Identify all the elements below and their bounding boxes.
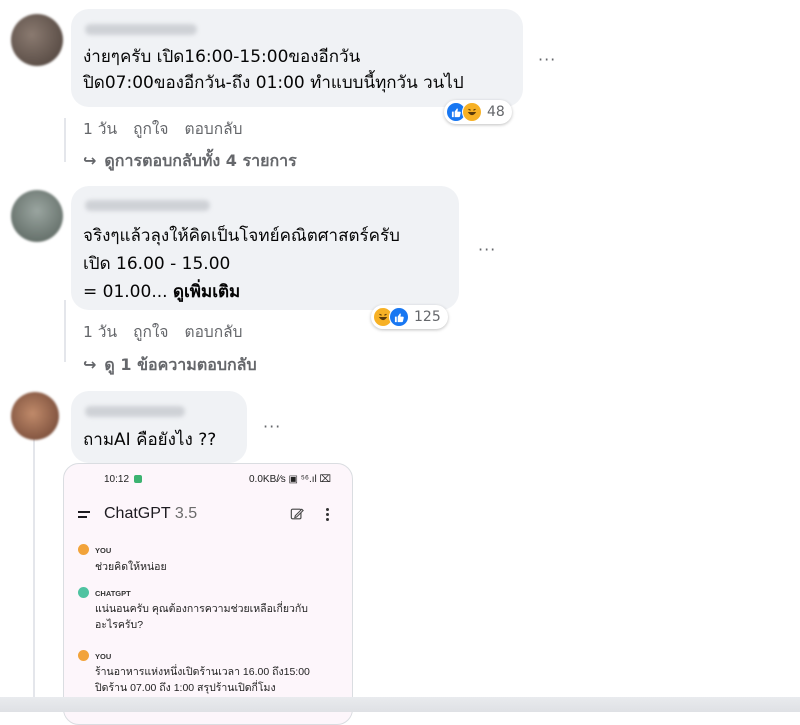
- message-line: ปิดร้าน 07.00 ถึง 1:00 สรุปร้านเปิดกี่โม…: [95, 682, 276, 694]
- app-version: 3.5: [174, 505, 198, 522]
- phone-status-icons: 0.0KB/⁄s ▣ ⁵⁶.ıl ⌧: [249, 474, 332, 485]
- thread-line: [64, 118, 66, 162]
- comment-text-line: ปิด07:00ของอีกวัน-ถึง 01:00 ทำแบบนี้ทุกว…: [83, 73, 464, 93]
- comment-actions: 1 วัน ถูกใจ ตอบกลับ: [83, 319, 258, 344]
- commenter-name[interactable]: [85, 24, 197, 35]
- battery-saver-icon: [133, 475, 142, 484]
- reaction-count: 48: [487, 104, 505, 120]
- comment-text-part: = 01.00...: [83, 282, 173, 302]
- comment-text-line: ง่ายๆครับ เปิด16:00-15:00ของอีกวัน: [83, 47, 361, 67]
- message-line: แน่นอนครับ คุณต้องการความช่วยเหลือเกี่ยว…: [95, 603, 308, 615]
- message-sender: CHATGPT: [95, 589, 131, 598]
- more-options-icon[interactable]: ···: [263, 417, 281, 436]
- user-avatar-icon: [78, 650, 89, 661]
- phone-time: 10:12: [104, 474, 142, 485]
- message-sender: YOU: [95, 652, 112, 661]
- like-link[interactable]: ถูกใจ: [133, 323, 168, 341]
- comment-text-line: เปิด 16.00 - 15.00: [83, 254, 231, 274]
- reaction-count: 125: [414, 309, 441, 325]
- more-options-icon[interactable]: ···: [538, 50, 556, 69]
- comment-text-line: จริงๆแล้วลุงให้คิดเป็นโจทย์คณิตศาสตร์ครั…: [83, 226, 400, 246]
- overflow-menu-icon[interactable]: [326, 508, 329, 521]
- app-title: ChatGPT 3.5: [104, 505, 197, 523]
- comment-text-line: ถามAI คือยังไง ??: [83, 430, 217, 450]
- reaction-summary[interactable]: 125: [371, 305, 448, 329]
- more-options-icon[interactable]: ···: [478, 240, 496, 259]
- like-reaction-icon: [389, 307, 409, 327]
- like-link[interactable]: ถูกใจ: [133, 120, 168, 138]
- comment-actions: 1 วัน ถูกใจ ตอบกลับ: [83, 116, 258, 141]
- reply-link[interactable]: ตอบกลับ: [185, 120, 243, 138]
- message-line: อะไรครับ?: [95, 619, 144, 631]
- thread-line: [64, 300, 66, 362]
- view-replies-link[interactable]: ↪ ดู 1 ข้อความตอบกลับ: [83, 353, 257, 378]
- chatgpt-avatar-icon: [78, 587, 89, 598]
- comment-time: 1 วัน: [83, 323, 118, 341]
- reaction-summary[interactable]: 48: [444, 100, 512, 124]
- see-more-link[interactable]: ดูเพิ่มเติม: [173, 282, 240, 302]
- avatar[interactable]: [11, 14, 63, 66]
- edit-icon[interactable]: [290, 506, 304, 525]
- user-avatar-icon: [78, 544, 89, 555]
- view-replies-label: ดู 1 ข้อความตอบกลับ: [104, 355, 257, 374]
- avatar[interactable]: [11, 392, 59, 440]
- phone-time-text: 10:12: [104, 474, 130, 485]
- reply-link[interactable]: ตอบกลับ: [185, 323, 243, 341]
- haha-reaction-icon: [462, 102, 482, 122]
- thread-line: [33, 432, 35, 697]
- commenter-name[interactable]: [85, 406, 185, 417]
- avatar[interactable]: [11, 190, 63, 242]
- comment-text-line: = 01.00... ดูเพิ่มเติม: [83, 280, 240, 305]
- commenter-name[interactable]: [85, 200, 210, 211]
- message-line: ร้านอาหารแห่งหนึ่งเปิดร้านเวลา 16.00 ถึง…: [95, 666, 310, 678]
- comment-time: 1 วัน: [83, 120, 118, 138]
- reply-arrow-icon: ↪: [83, 355, 97, 374]
- bottom-bar: [0, 697, 800, 712]
- menu-icon[interactable]: [78, 511, 90, 518]
- reply-arrow-icon: ↪: [83, 151, 97, 170]
- message-sender: YOU: [95, 546, 112, 555]
- view-replies-label: ดูการตอบกลับทั้ง 4 รายการ: [104, 151, 297, 170]
- view-replies-link[interactable]: ↪ ดูการตอบกลับทั้ง 4 รายการ: [83, 149, 297, 174]
- app-title-text: ChatGPT: [104, 505, 171, 522]
- message-line: ช่วยคิดให้หน่อย: [95, 561, 167, 573]
- attached-screenshot[interactable]: 10:12 0.0KB/⁄s ▣ ⁵⁶.ıl ⌧ ChatGPT 3.5 YOU…: [63, 463, 353, 725]
